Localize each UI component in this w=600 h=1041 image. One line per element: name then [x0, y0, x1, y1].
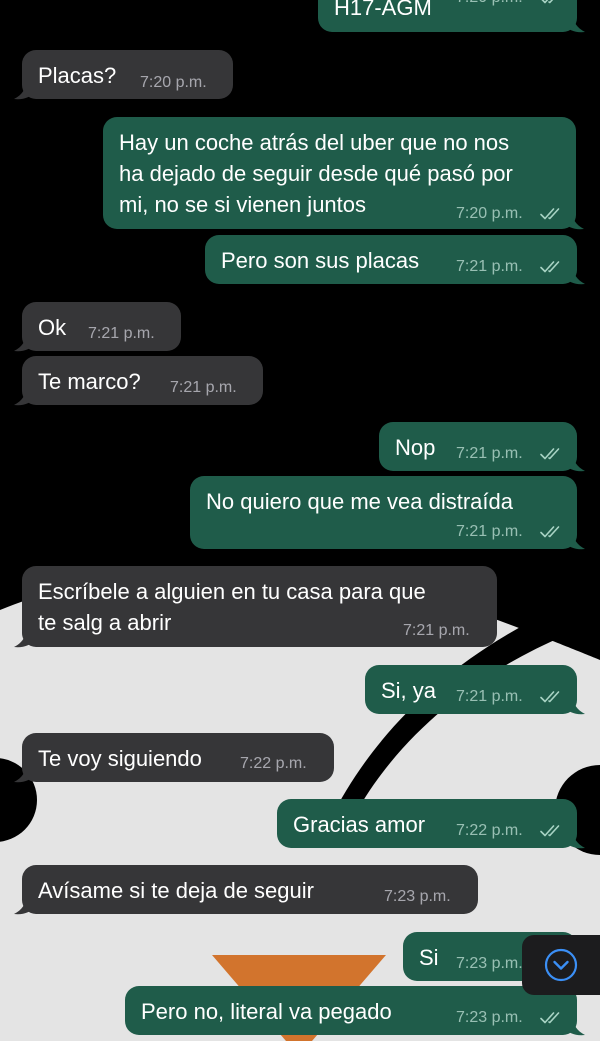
message-text: Gracias amor [293, 812, 426, 837]
incoming-message-bubble[interactable]: Te voy siguiendo 7:22 p.m. [22, 733, 334, 782]
message-timestamp: 7:21 p.m. [456, 688, 523, 705]
incoming-message-bubble[interactable]: Placas? 7:20 p.m. [22, 50, 233, 99]
double-check-icon [540, 691, 560, 703]
message-timestamp: 7:20 p.m. [140, 74, 207, 91]
message-timestamp: 7:23 p.m. [456, 1009, 523, 1026]
message-timestamp: 7:20 p.m. [456, 205, 523, 222]
message-text: Nop [395, 435, 436, 460]
message-timestamp: 7:22 p.m. [240, 755, 307, 772]
message-text: Si, ya [381, 678, 437, 703]
chevron-down-circle-icon [544, 948, 578, 982]
outgoing-message-bubble[interactable]: Pero son sus placas 7:21 p.m. [205, 235, 577, 284]
message-timestamp: 7:21 p.m. [456, 445, 523, 462]
message-timestamp: 7:21 p.m. [403, 622, 470, 639]
incoming-message-bubble[interactable]: Te marco? 7:21 p.m. [22, 356, 263, 405]
double-check-icon [540, 526, 560, 538]
double-check-icon [541, 0, 554, 4]
message-timestamp: 7:21 p.m. [88, 325, 155, 342]
double-check-icon [540, 261, 560, 273]
message-timestamp: 7:20 p.m. [456, 0, 523, 7]
double-check-icon [540, 825, 560, 837]
message-text: No quiero que me vea distraída [206, 489, 513, 514]
message-text: Te voy siguiendo [38, 746, 202, 771]
message-text: Hay un coche atrás del uber que no nos h… [119, 130, 513, 217]
outgoing-message-bubble[interactable]: Nop 7:21 p.m. [379, 422, 577, 471]
outgoing-message-bubble[interactable]: No quiero que me vea distraída 7:21 p.m. [190, 476, 577, 549]
message-timestamp: 7:21 p.m. [456, 258, 523, 275]
outgoing-message-bubble[interactable]: Si, ya 7:21 p.m. [365, 665, 577, 714]
message-text: Escríbele a alguien en tu casa para que … [38, 579, 426, 635]
message-timestamp: 7:23 p.m. [384, 888, 451, 905]
incoming-message-bubble[interactable]: Ok 7:21 p.m. [22, 302, 181, 351]
message-text: Pero son sus placas [221, 248, 420, 273]
outgoing-message-bubble[interactable]: Hay un coche atrás del uber que no nos h… [103, 117, 576, 229]
message-text: H17-AGM [334, 0, 432, 20]
message-text: Pero no, literal va pegado [141, 999, 392, 1024]
message-text: Placas? [38, 63, 117, 88]
scroll-to-bottom-button[interactable] [522, 935, 600, 995]
message-text: Te marco? [38, 369, 141, 394]
double-check-icon [540, 448, 560, 460]
outgoing-message-bubble[interactable]: Pero no, literal va pegado 7:23 p.m. [125, 986, 577, 1035]
double-check-icon [540, 208, 560, 220]
incoming-message-bubble[interactable]: Avísame si te deja de seguir 7:23 p.m. [22, 865, 478, 914]
message-timestamp: 7:21 p.m. [170, 379, 237, 396]
message-text: Si [419, 945, 439, 970]
message-timestamp: 7:21 p.m. [456, 523, 523, 540]
outgoing-message-bubble[interactable]: H17-AGM 7:20 p.m. [318, 0, 577, 32]
message-text: Avísame si te deja de seguir [38, 878, 314, 903]
message-text: Ok [38, 315, 67, 340]
message-timestamp: 7:23 p.m. [456, 955, 523, 972]
incoming-message-bubble[interactable]: Escríbele a alguien en tu casa para que … [22, 566, 497, 647]
message-timestamp: 7:22 p.m. [456, 822, 523, 839]
double-check-icon [540, 1012, 560, 1024]
outgoing-message-bubble[interactable]: Gracias amor 7:22 p.m. [277, 799, 577, 848]
